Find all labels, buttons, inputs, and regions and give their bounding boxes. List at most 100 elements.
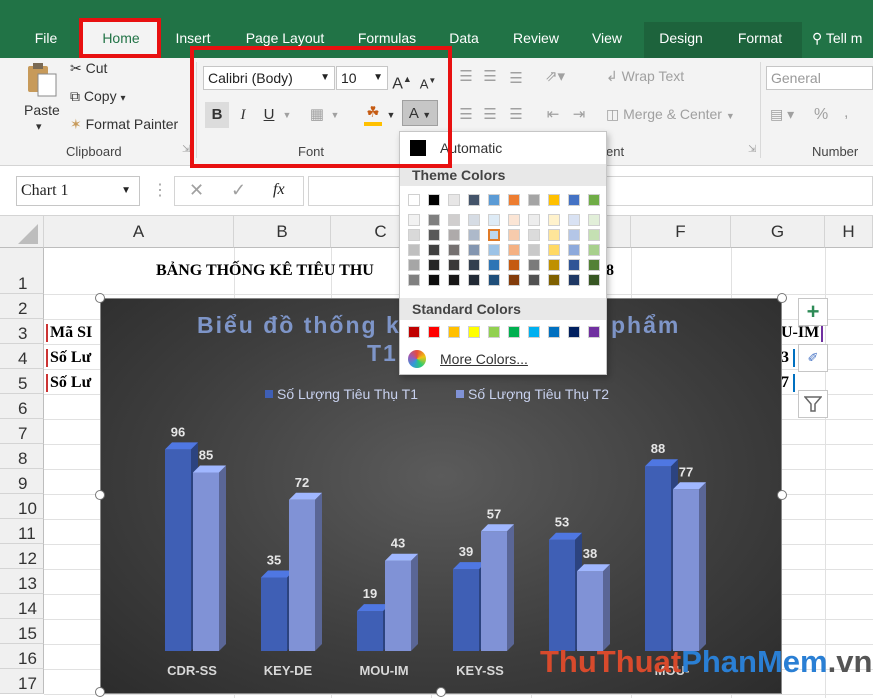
standard-color-swatch[interactable] (528, 326, 540, 338)
paste-button[interactable]: Paste (24, 102, 60, 118)
resize-handle[interactable] (436, 687, 446, 697)
bar-t2[interactable] (673, 482, 706, 651)
legend-label-t2[interactable]: Số Lượng Tiêu Thụ T2 (468, 386, 609, 402)
theme-color-swatch[interactable] (508, 214, 520, 226)
resize-handle[interactable] (95, 293, 105, 303)
theme-color-swatch[interactable] (508, 194, 520, 206)
name-box[interactable]: Chart 1 ▼ (16, 176, 140, 206)
theme-color-swatch[interactable] (448, 194, 460, 206)
tab-view[interactable]: View (584, 26, 630, 50)
bar-t2[interactable] (385, 553, 418, 651)
theme-color-swatch[interactable] (568, 214, 580, 226)
column-header-f[interactable]: F (631, 216, 731, 248)
cell-title-tail[interactable]: 8 (606, 262, 614, 280)
row-header-16[interactable]: 16 (0, 644, 44, 669)
resize-handle[interactable] (95, 490, 105, 500)
cell-g3[interactable]: U-IM (781, 324, 824, 342)
theme-color-swatch[interactable] (568, 229, 580, 241)
theme-color-swatch[interactable] (588, 259, 600, 271)
standard-color-swatch[interactable] (568, 326, 580, 338)
theme-color-swatch[interactable] (568, 259, 580, 271)
theme-color-swatch[interactable] (568, 244, 580, 256)
align-left-icon[interactable]: ☰ (456, 102, 476, 128)
bar-t2[interactable] (193, 465, 226, 652)
theme-color-swatch[interactable] (408, 274, 420, 286)
theme-color-swatch[interactable] (408, 214, 420, 226)
theme-color-swatch[interactable] (588, 214, 600, 226)
chart-title-right[interactable]: phẩm (611, 312, 680, 338)
theme-color-swatch[interactable] (548, 274, 560, 286)
format-painter-button[interactable]: ✶ Format Painter (70, 116, 178, 133)
cell-a5[interactable]: Số Lư (46, 374, 91, 392)
cut-button[interactable]: ✂ Cut (70, 60, 107, 77)
standard-color-swatch[interactable] (468, 326, 480, 338)
chart-filters-funnel-icon[interactable] (798, 390, 828, 418)
merge-center-button[interactable]: ◫ Merge & Center ▼ (606, 106, 735, 123)
theme-color-swatch[interactable] (508, 229, 520, 241)
chart-title[interactable]: Biểu đồ thống k (197, 312, 401, 338)
cell-title[interactable]: BẢNG THỐNG KÊ TIÊU THU (156, 262, 374, 280)
cell-a3[interactable]: Mã SI (46, 324, 92, 342)
number-format-combo[interactable]: General (766, 66, 873, 90)
theme-color-swatch[interactable] (448, 229, 460, 241)
row-header-9[interactable]: 9 (0, 469, 44, 494)
theme-color-swatch[interactable] (528, 259, 540, 271)
bar-t2[interactable] (577, 564, 610, 651)
theme-color-swatch[interactable] (428, 244, 440, 256)
theme-color-swatch[interactable] (408, 229, 420, 241)
tab-file[interactable]: File (24, 26, 68, 50)
theme-color-swatch[interactable] (468, 229, 480, 241)
accounting-format-icon[interactable]: ▤ ▾ (770, 106, 794, 123)
theme-color-swatch[interactable] (488, 244, 500, 256)
theme-color-swatch[interactable] (448, 274, 460, 286)
theme-color-swatch[interactable] (568, 274, 580, 286)
theme-color-swatch[interactable] (488, 214, 500, 226)
theme-color-swatch[interactable] (488, 229, 500, 241)
wrap-text-button[interactable]: ↲ Wrap Text (606, 68, 684, 85)
alignment-launcher-icon[interactable]: ⇲ (748, 144, 756, 155)
bar-t2[interactable] (289, 492, 322, 651)
row-header-13[interactable]: 13 (0, 569, 44, 594)
theme-color-swatch[interactable] (468, 259, 480, 271)
tab-format[interactable]: Format (718, 22, 802, 58)
column-header-b[interactable]: B (234, 216, 331, 248)
row-header-7[interactable]: 7 (0, 419, 44, 444)
theme-color-swatch[interactable] (408, 244, 420, 256)
theme-color-swatch[interactable] (468, 244, 480, 256)
theme-color-swatch[interactable] (548, 244, 560, 256)
column-header-g[interactable]: G (731, 216, 825, 248)
align-right-icon[interactable]: ☰ (506, 102, 526, 128)
theme-color-swatch[interactable] (508, 259, 520, 271)
row-header-5[interactable]: 5 (0, 369, 44, 394)
theme-color-swatch[interactable] (428, 259, 440, 271)
enter-icon[interactable]: ✓ (231, 179, 246, 201)
theme-color-swatch[interactable] (488, 259, 500, 271)
theme-color-swatch[interactable] (448, 244, 460, 256)
row-header-15[interactable]: 15 (0, 619, 44, 644)
comma-button[interactable]: , (844, 104, 848, 122)
theme-color-swatch[interactable] (528, 194, 540, 206)
resize-handle[interactable] (777, 293, 787, 303)
align-middle-icon[interactable]: ☰ (480, 64, 500, 90)
theme-color-swatch[interactable] (468, 214, 480, 226)
chart-elements-plus-icon[interactable]: + (798, 298, 828, 326)
bar-t2[interactable] (481, 524, 514, 651)
chart-styles-brush-icon[interactable]: ✐ (798, 344, 828, 372)
cell-a4[interactable]: Số Lư (46, 349, 91, 367)
theme-color-swatch[interactable] (448, 214, 460, 226)
more-colors-option[interactable]: More Colors... (440, 351, 528, 367)
theme-color-swatch[interactable] (528, 274, 540, 286)
theme-color-swatch[interactable] (408, 259, 420, 271)
theme-color-swatch[interactable] (428, 229, 440, 241)
standard-color-swatch[interactable] (408, 326, 420, 338)
resize-handle[interactable] (95, 687, 105, 697)
cancel-icon[interactable]: ✕ (189, 179, 204, 201)
standard-color-swatch[interactable] (588, 326, 600, 338)
standard-color-swatch[interactable] (488, 326, 500, 338)
percent-button[interactable]: % (814, 106, 828, 124)
theme-color-swatch[interactable] (588, 229, 600, 241)
select-all-corner[interactable] (0, 216, 44, 248)
row-header-14[interactable]: 14 (0, 594, 44, 619)
theme-color-swatch[interactable] (488, 274, 500, 286)
row-header-4[interactable]: 4 (0, 344, 44, 369)
